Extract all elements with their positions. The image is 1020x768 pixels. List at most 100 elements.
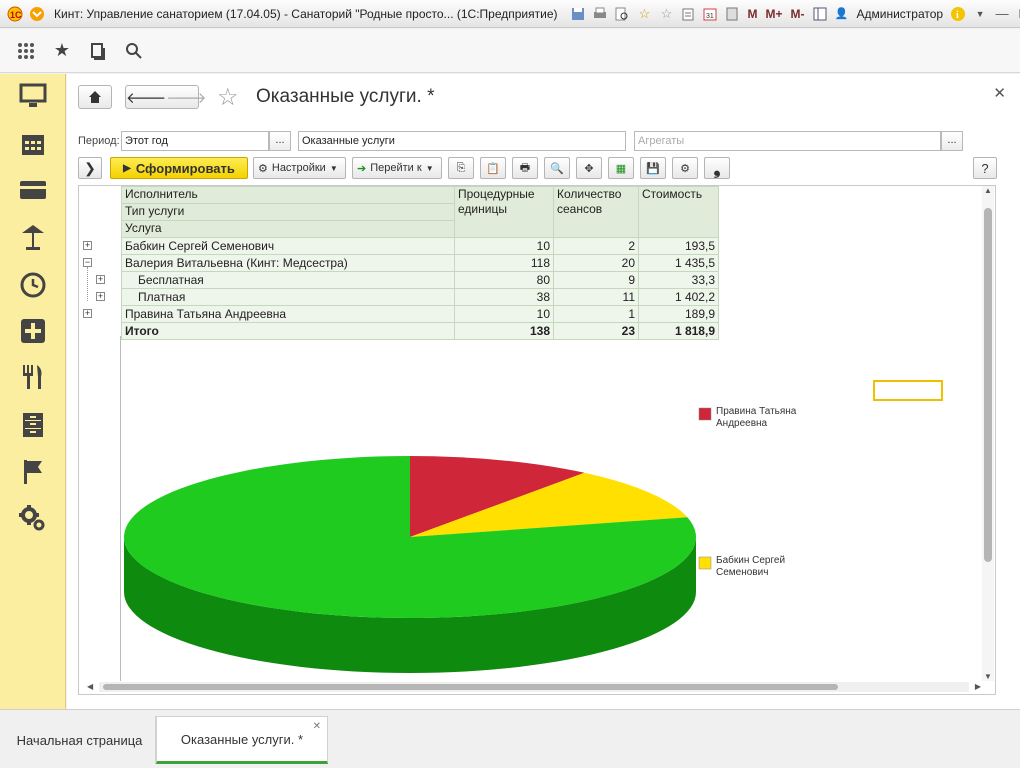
sidebar-item-schedule[interactable] (0, 265, 66, 305)
svg-text:i: i (956, 10, 959, 21)
aggregates-input[interactable]: Агрегаты (634, 131, 941, 151)
sidebar-item-desktop[interactable] (0, 76, 66, 116)
sidebar-item-archive[interactable] (0, 405, 66, 445)
calendar-small-icon[interactable]: 31 (701, 4, 719, 24)
sidebar-item-settings[interactable] (0, 499, 66, 539)
search-icon[interactable] (120, 37, 148, 65)
generate-label: Сформировать (135, 160, 235, 176)
move-icon: ✥ (584, 162, 594, 175)
sidebar-item-resort[interactable] (0, 217, 66, 257)
sidebar-item-medical[interactable] (0, 311, 66, 351)
card-icon (20, 181, 46, 199)
clipboard-icon[interactable] (679, 4, 697, 24)
horizontal-scrollbar[interactable]: ◀ ▶ (87, 682, 981, 692)
main-menu-icon[interactable] (28, 4, 46, 24)
sections-sidebar (0, 74, 66, 709)
preview-button[interactable]: 🔍 (544, 157, 570, 179)
home-button[interactable] (78, 85, 112, 109)
legend-label: Андреевна (716, 418, 768, 429)
history-icon[interactable] (84, 37, 112, 65)
save-icon[interactable] (569, 4, 587, 24)
copy-button[interactable]: ⎘ (448, 157, 474, 179)
restore-icon[interactable]: ❐ (1015, 4, 1020, 24)
settings-icon: ⚙ (258, 162, 268, 175)
scroll-left-icon[interactable]: ◀ (87, 682, 93, 691)
preview-icon[interactable] (613, 4, 631, 24)
svg-text:31: 31 (706, 13, 714, 20)
expand-panel-button[interactable]: ❯ (78, 157, 102, 179)
aggregates-select-button[interactable]: ... (941, 131, 963, 151)
minimize-icon[interactable]: — (993, 4, 1011, 24)
magnifier-icon: 🔍 (550, 162, 564, 175)
legend-swatch (698, 407, 712, 421)
command-bar: ★ (0, 29, 1020, 73)
vertical-scrollbar[interactable]: ▲ ▼ (982, 186, 994, 681)
tab-close-icon[interactable]: ✕ (313, 721, 321, 732)
form-title: Оказанные услуги. * (256, 86, 435, 107)
sidebar-item-food[interactable] (0, 357, 66, 397)
lamp-icon (22, 225, 44, 250)
options-button[interactable]: ⚙ (672, 157, 698, 179)
period-select-button[interactable]: ... (269, 131, 291, 151)
generate-button[interactable]: ▶ Сформировать (110, 157, 248, 179)
goto-button[interactable]: ➔ Перейти к ▼ (352, 157, 442, 179)
vertical-scroll-thumb[interactable] (984, 208, 992, 562)
goto-label: Перейти к (370, 162, 422, 174)
period-input[interactable]: Этот год (121, 131, 269, 151)
calculator-icon[interactable] (723, 4, 741, 24)
settings-button[interactable]: ⚙ Настройки ▼ (253, 157, 346, 179)
favorite-star-icon[interactable]: ☆ (217, 83, 239, 112)
save-report-button[interactable]: 💾 (640, 157, 666, 179)
app-logo-icon[interactable]: 1C (6, 4, 24, 24)
cabinet-icon (23, 413, 43, 437)
scroll-right-icon[interactable]: ▶ (975, 682, 981, 691)
edit-table-icon: ▦ (615, 162, 627, 175)
move-button[interactable]: ✥ (576, 157, 602, 179)
tab-services-report[interactable]: Оказанные услуги. * ✕ (156, 716, 328, 764)
selected-cell[interactable] (873, 380, 943, 401)
dropdown-icon: ▼ (329, 163, 338, 173)
favorites-star-icon[interactable]: ★ (48, 37, 76, 65)
panel-icon[interactable] (811, 4, 829, 24)
report-form: 🡐 🡒 ☆ Оказанные услуги. * ✕ Период: Этот… (67, 74, 1020, 709)
monitor-icon (19, 83, 47, 107)
print-button[interactable]: 🖶 (512, 157, 538, 179)
printer-icon: 🖶 (519, 161, 531, 174)
memory-plus-button[interactable]: M+ (765, 7, 782, 21)
horizontal-scroll-thumb[interactable] (103, 684, 838, 690)
dropdown-icon: ▼ (425, 163, 434, 173)
user-name[interactable]: Администратор (857, 7, 944, 21)
comment-button[interactable]: ❟ (704, 157, 730, 179)
report-document[interactable]: Исполнитель Процедурные единицы Количест… (78, 185, 996, 695)
tab-home[interactable]: Начальная страница (4, 716, 156, 764)
calendar-icon (22, 135, 44, 155)
gears-icon (19, 505, 45, 531)
paste-icon: 📋 (486, 162, 500, 175)
svg-text:1C: 1C (10, 10, 22, 20)
help-button[interactable]: ? (973, 157, 997, 179)
close-form-icon[interactable]: ✕ (993, 84, 1006, 102)
info-icon[interactable]: i (949, 4, 967, 24)
sidebar-item-calendar[interactable] (0, 124, 66, 164)
memory-m-button[interactable]: M (747, 7, 757, 21)
history-nav-buttons: 🡐 🡒 (125, 85, 206, 109)
print-icon[interactable] (591, 4, 609, 24)
scroll-up-icon[interactable]: ▲ (984, 186, 992, 195)
forward-arrow-icon[interactable]: 🡒 (166, 88, 206, 107)
tab-label: Оказанные услуги. * (180, 731, 304, 747)
chevron-down-icon[interactable]: ▼ (971, 4, 989, 24)
back-arrow-icon[interactable]: 🡐 (126, 88, 166, 107)
flag-icon (24, 460, 42, 484)
report-variant-input[interactable]: Оказанные услуги (298, 131, 626, 151)
edit-button[interactable]: ▦ (608, 157, 634, 179)
scroll-down-icon[interactable]: ▼ (984, 672, 992, 681)
star-add-icon[interactable]: ☆ (635, 4, 653, 24)
memory-minus-button[interactable]: M- (791, 7, 805, 21)
favorites-icon[interactable]: ☆ (657, 4, 675, 24)
sidebar-item-marketing[interactable] (0, 452, 66, 492)
period-label: Период: (78, 135, 120, 147)
legend-label: Бабкин Сергей (716, 554, 785, 566)
sidebar-item-payments[interactable] (0, 170, 66, 210)
apps-grid-icon[interactable] (12, 37, 40, 65)
paste-button[interactable]: 📋 (480, 157, 506, 179)
